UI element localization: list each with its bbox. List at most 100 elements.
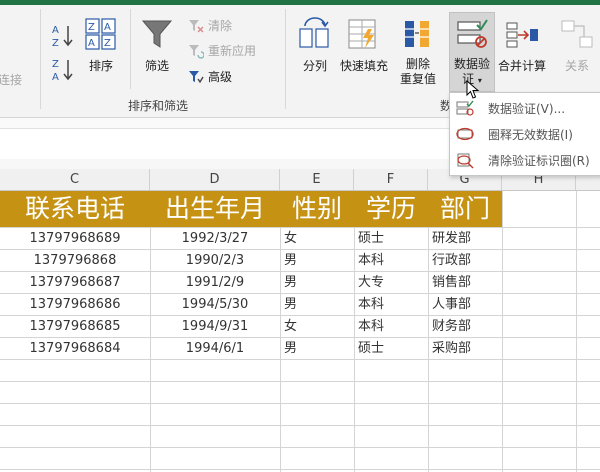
clear-circles-icon <box>457 153 474 169</box>
column-header-c[interactable]: C <box>0 169 150 190</box>
data-validation-menu: 数据验证(V)... 圈释无效数据(I) 清除验证标识圈(R) <box>449 92 600 176</box>
consolidate-button[interactable]: 合并计算 <box>498 17 546 74</box>
relationships-button[interactable]: 关系 <box>560 17 594 74</box>
menu-item-label: 圈释无效数据(I) <box>488 127 573 142</box>
cell-department[interactable]: 财务部 <box>432 316 471 337</box>
clear-filter-button[interactable]: 清除 <box>188 17 232 34</box>
cell-birth[interactable]: 1994/6/1 <box>150 338 280 359</box>
cell-phone[interactable]: 13797968687 <box>0 272 150 293</box>
group-divider <box>130 9 131 89</box>
grid-line <box>428 191 429 472</box>
sort-az-icon: A Z <box>52 25 73 49</box>
remove-duplicates-label-2: 重复值 <box>400 72 437 86</box>
cell-department[interactable]: 行政部 <box>432 250 471 271</box>
grid-line <box>0 381 600 382</box>
cell-phone[interactable]: 1379796868 <box>0 250 150 271</box>
consolidate-label: 合并计算 <box>498 59 547 73</box>
reapply-button[interactable]: 重新应用 <box>188 42 256 59</box>
group-divider <box>285 9 286 109</box>
cell-department[interactable]: 销售部 <box>432 272 471 293</box>
sort-dialog-icon: Z A A Z <box>85 18 116 50</box>
header-education[interactable]: 学历 <box>354 191 428 227</box>
reapply-label: 重新应用 <box>208 44 257 58</box>
sort-za-icon: Z A <box>52 59 73 83</box>
grid-line <box>0 403 600 404</box>
reapply-icon <box>189 44 204 59</box>
cell-birth[interactable]: 1992/3/27 <box>150 228 280 249</box>
sort-descending-button[interactable]: Z A <box>52 57 74 83</box>
cell-birth[interactable]: 1991/2/9 <box>150 272 280 293</box>
cell-department[interactable]: 采购部 <box>432 338 471 359</box>
relationships-label: 关系 <box>564 59 589 73</box>
data-validation-button[interactable]: 数据验 证 ▾ <box>450 17 494 88</box>
filter-label: 筛选 <box>144 59 169 73</box>
remove-duplicates-icon <box>405 21 429 47</box>
grid-line <box>0 359 600 360</box>
cell-education[interactable]: 大专 <box>358 272 384 293</box>
group-label-sort-filter: 排序和筛选 <box>128 99 189 113</box>
clear-filter-label: 清除 <box>208 19 233 33</box>
cell-education[interactable]: 本科 <box>358 294 384 315</box>
svg-text:Z: Z <box>52 59 59 70</box>
cell-birth[interactable]: 1994/9/31 <box>150 316 280 337</box>
sort-button[interactable]: Z A A Z 排序 <box>84 17 118 74</box>
header-phone[interactable]: 联系电话 <box>0 191 150 227</box>
menu-item-circle-invalid[interactable]: 圈释无效数据(I) <box>450 121 600 147</box>
group-divider <box>40 9 41 109</box>
mouse-cursor-icon <box>466 80 480 99</box>
grid-line <box>0 447 600 448</box>
svg-text:A: A <box>104 22 111 33</box>
text-to-columns-label: 分列 <box>302 59 327 73</box>
cell-gender[interactable]: 男 <box>284 272 297 293</box>
cell-phone[interactable]: 13797968684 <box>0 338 150 359</box>
cell-phone[interactable]: 13797968686 <box>0 294 150 315</box>
cell-gender[interactable]: 男 <box>284 250 297 271</box>
cell-education[interactable]: 硕士 <box>358 338 384 359</box>
cell-education[interactable]: 本科 <box>358 250 384 271</box>
cell-education[interactable]: 本科 <box>358 316 384 337</box>
data-validation-icon <box>457 19 488 48</box>
flash-fill-icon <box>348 19 376 49</box>
sort-label: 排序 <box>88 59 113 73</box>
flash-fill-label: 快速填充 <box>340 59 389 73</box>
column-header-d[interactable]: D <box>150 169 280 190</box>
header-department[interactable]: 部门 <box>428 191 502 227</box>
filter-button[interactable]: 筛选 <box>140 17 174 74</box>
flash-fill-button[interactable]: 快速填充 <box>340 17 388 74</box>
svg-text:A: A <box>88 38 95 49</box>
column-header-f[interactable]: F <box>354 169 428 190</box>
grid-line <box>576 191 577 472</box>
data-validation-label-1: 数据验 <box>453 57 490 71</box>
column-header-e[interactable]: E <box>280 169 354 190</box>
cell-birth[interactable]: 1994/5/30 <box>150 294 280 315</box>
advanced-filter-button[interactable]: 高级 <box>188 68 232 85</box>
cell-gender[interactable]: 女 <box>284 316 297 337</box>
advanced-filter-label: 高级 <box>208 70 233 84</box>
worksheet-grid[interactable]: 联系电话 出生年月 性别 学历 部门 13797968689 1992/3/27… <box>0 191 600 472</box>
sort-ascending-button[interactable]: A Z <box>52 23 74 49</box>
menu-item-clear-circles[interactable]: 清除验证标识圈(R) <box>450 147 600 173</box>
cell-gender[interactable]: 男 <box>284 338 297 359</box>
svg-text:Z: Z <box>104 38 111 49</box>
cell-birth[interactable]: 1990/2/3 <box>150 250 280 271</box>
cell-department[interactable]: 人事部 <box>432 294 471 315</box>
header-gender[interactable]: 性别 <box>280 191 354 227</box>
cell-gender[interactable]: 女 <box>284 228 297 249</box>
cell-education[interactable]: 硕士 <box>358 228 384 249</box>
header-birth[interactable]: 出生年月 <box>150 191 280 227</box>
svg-text:A: A <box>52 25 59 36</box>
menu-item-label: 数据验证(V)... <box>488 101 566 116</box>
circle-invalid-icon <box>456 127 474 141</box>
consolidate-icon <box>506 22 538 48</box>
text-to-columns-icon <box>299 17 329 48</box>
advanced-filter-icon <box>189 70 204 83</box>
data-validation-icon <box>456 100 474 116</box>
cell-phone[interactable]: 13797968685 <box>0 316 150 337</box>
cell-gender[interactable]: 男 <box>284 294 297 315</box>
cell-phone[interactable]: 13797968689 <box>0 228 150 249</box>
cell-department[interactable]: 研发部 <box>432 228 471 249</box>
clear-filter-icon <box>189 19 204 32</box>
menu-item-label: 清除验证标识圈(R) <box>488 153 590 168</box>
text-to-columns-button[interactable]: 分列 <box>297 17 333 74</box>
remove-duplicates-button[interactable]: 删除 重复值 <box>400 17 436 87</box>
